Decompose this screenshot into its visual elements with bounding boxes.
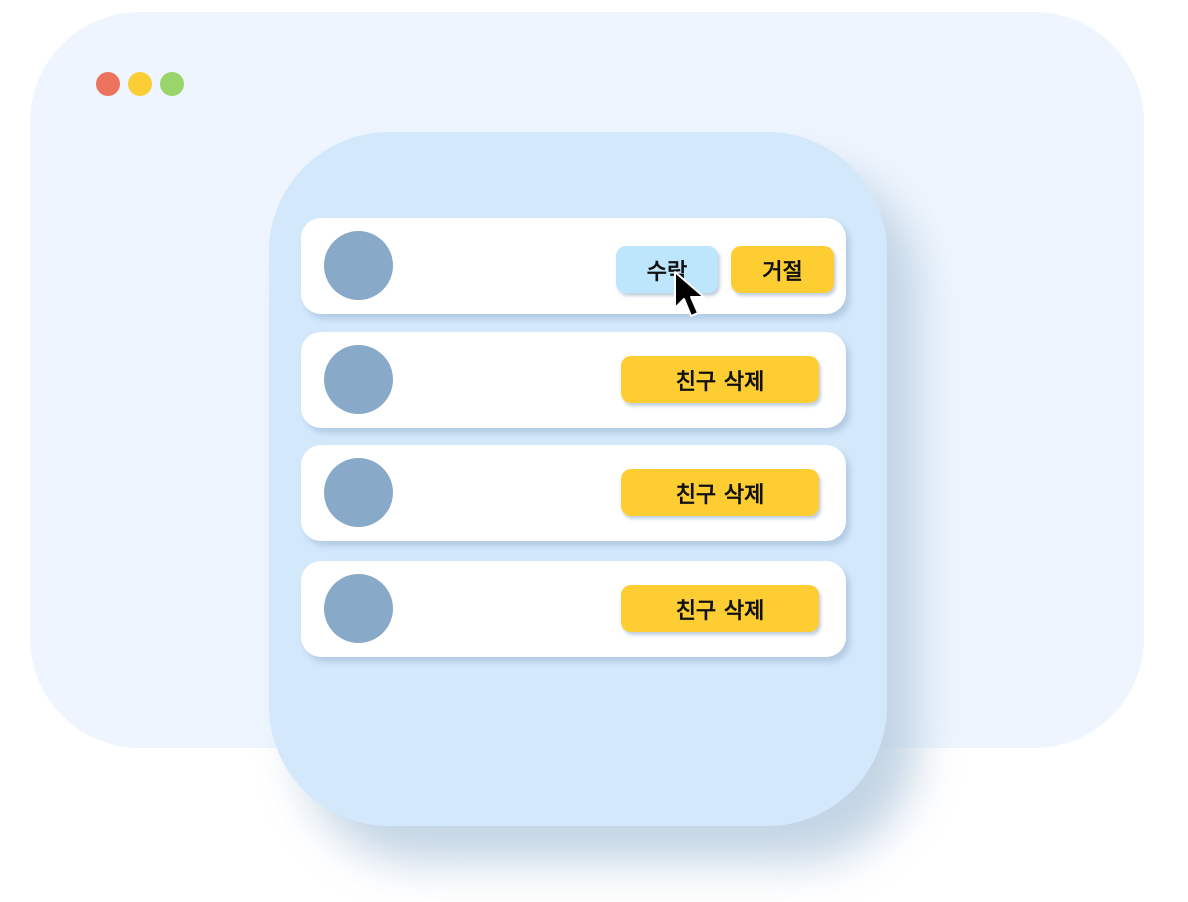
avatar <box>324 458 393 527</box>
close-window-dot[interactable] <box>96 72 120 96</box>
friend-item: 친구 삭제 <box>301 561 846 657</box>
avatar <box>324 345 393 414</box>
friend-request-item: 수락 거절 <box>301 218 846 314</box>
window-controls <box>96 72 184 96</box>
delete-friend-button[interactable]: 친구 삭제 <box>621 469 819 516</box>
delete-friend-button[interactable]: 친구 삭제 <box>621 585 819 632</box>
maximize-window-dot[interactable] <box>160 72 184 96</box>
avatar <box>324 574 393 643</box>
accept-button[interactable]: 수락 <box>616 246 718 293</box>
friend-item: 친구 삭제 <box>301 445 846 541</box>
reject-button[interactable]: 거절 <box>731 246 834 293</box>
avatar <box>324 231 393 300</box>
friend-list-panel: 수락 거절 친구 삭제 친구 삭제 친구 삭제 <box>269 132 887 826</box>
friend-item: 친구 삭제 <box>301 332 846 428</box>
delete-friend-button[interactable]: 친구 삭제 <box>621 356 819 403</box>
minimize-window-dot[interactable] <box>128 72 152 96</box>
